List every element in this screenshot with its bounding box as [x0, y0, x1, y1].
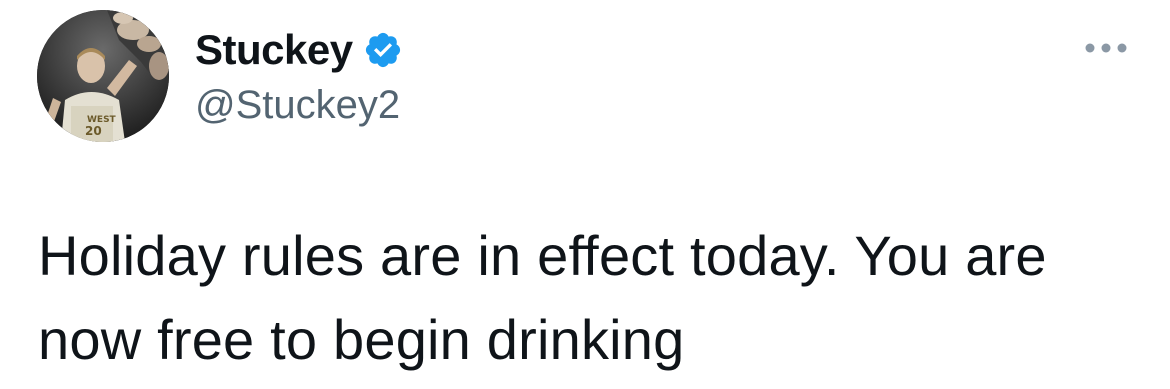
author-name-row[interactable]: Stuckey	[195, 22, 403, 78]
display-name[interactable]: Stuckey	[195, 22, 353, 78]
profile-photo-icon: WEST 20	[37, 10, 169, 142]
svg-text:20: 20	[85, 124, 102, 138]
author-handle[interactable]: @Stuckey2	[195, 80, 400, 130]
tweet-card: WEST 20 Stuckey @Stuckey2 Holiday rules …	[0, 0, 1170, 389]
verified-badge-icon	[365, 32, 400, 68]
tweet-text: Holiday rules are in effect today. You a…	[38, 224, 1063, 371]
ellipsis-icon	[1085, 43, 1127, 53]
avatar[interactable]: WEST 20	[37, 10, 169, 142]
more-options-button[interactable]	[1078, 30, 1134, 66]
